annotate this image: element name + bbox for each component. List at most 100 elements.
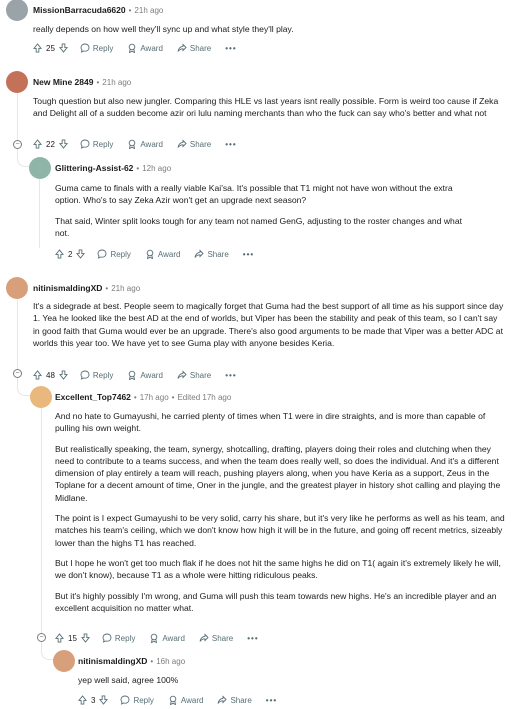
more-options-button[interactable]: ••• <box>225 44 236 53</box>
reply-button[interactable]: Reply <box>80 139 113 149</box>
award-button[interactable]: Award <box>145 249 180 259</box>
author-name[interactable]: Excellent_Top7462 <box>55 392 131 402</box>
reply-button[interactable]: Reply <box>80 370 113 380</box>
avatar[interactable] <box>6 0 28 21</box>
more-options-button[interactable]: ••• <box>225 371 236 380</box>
thread-line-glittering[interactable] <box>39 178 40 248</box>
award-medal-icon <box>169 695 177 705</box>
reply-button[interactable]: Reply <box>97 249 131 259</box>
reply-button[interactable]: Reply <box>102 633 135 643</box>
avatar[interactable] <box>53 650 75 672</box>
downvote-arrow-icon[interactable] <box>99 695 109 705</box>
award-medal-icon <box>129 370 136 380</box>
share-label: Share <box>207 249 229 259</box>
avatar[interactable] <box>29 157 51 179</box>
action-bar: 2 Reply Award Share ••• <box>55 247 254 261</box>
upvote-arrow-icon[interactable] <box>78 695 87 705</box>
reply-label: Reply <box>114 633 136 643</box>
comment-header: MissionBarracuda6620 • 21h ago <box>33 0 163 20</box>
timestamp[interactable]: 21h ago <box>102 78 131 87</box>
comment-text: But I hope he won't get too much flak if… <box>55 557 501 581</box>
comment-text: yep well said, agree 100% <box>78 675 179 685</box>
share-arrow-icon <box>177 43 187 52</box>
upvote-arrow-icon[interactable] <box>55 249 64 259</box>
comment-text: And no hate to Gumayushi, he carried ple… <box>55 411 486 434</box>
thread-line-new-mine[interactable] <box>17 88 18 143</box>
vote-count: 3 <box>91 695 96 705</box>
collapse-button-nitinis[interactable]: − <box>13 369 22 378</box>
vote-count: 15 <box>68 633 77 643</box>
separator-dot: • <box>133 392 137 402</box>
speech-bubble-icon <box>80 370 90 380</box>
award-medal-icon <box>151 633 158 643</box>
vote-control: 48 <box>33 370 68 380</box>
author-name[interactable]: New Mine 2849 <box>33 77 93 87</box>
comment-header: nitinismaldingXD • 21h ago <box>33 278 140 298</box>
timestamp[interactable]: 16h ago <box>156 657 185 666</box>
share-button[interactable]: Share <box>177 370 211 380</box>
more-options-button[interactable]: ••• <box>266 696 277 705</box>
upvote-arrow-icon[interactable] <box>33 139 42 149</box>
thread-line-excellent[interactable] <box>41 408 42 636</box>
timestamp[interactable]: 21h ago <box>134 6 163 15</box>
reply-button[interactable]: Reply <box>120 695 154 705</box>
edited-label: Edited 17h ago <box>177 392 232 402</box>
upvote-arrow-icon[interactable] <box>33 43 42 53</box>
comment-body: Guma came to finals with a really viable… <box>55 182 475 247</box>
award-medal-icon <box>129 43 136 53</box>
award-button[interactable]: Award <box>127 370 163 380</box>
author-name[interactable]: nitinismaldingXD <box>78 656 147 666</box>
more-options-button[interactable]: ••• <box>225 140 236 149</box>
separator-dot: • <box>150 656 154 666</box>
downvote-arrow-icon[interactable] <box>80 633 90 643</box>
comment-header: Glittering-Assist-62 • 12h ago <box>55 158 171 178</box>
award-button[interactable]: Award <box>127 139 163 149</box>
more-options-button[interactable]: ••• <box>243 250 254 259</box>
speech-bubble-icon <box>80 139 90 149</box>
reply-button[interactable]: Reply <box>80 43 113 53</box>
award-label: Award <box>140 43 163 53</box>
author-name[interactable]: MissionBarracuda6620 <box>33 5 126 15</box>
separator-dot: • <box>105 283 109 293</box>
share-button[interactable]: Share <box>194 249 229 259</box>
thread-line-nitinis[interactable] <box>17 296 18 372</box>
collapse-button-new-mine[interactable]: − <box>13 140 22 149</box>
separator-dot: • <box>128 5 132 15</box>
timestamp[interactable]: 21h ago <box>111 284 140 293</box>
avatar[interactable] <box>6 71 28 93</box>
upvote-arrow-icon[interactable] <box>33 370 42 380</box>
action-bar: 15 Reply Award Share ••• <box>55 631 259 645</box>
share-button[interactable]: Share <box>177 43 211 53</box>
share-button[interactable]: Share <box>199 633 233 643</box>
speech-bubble-icon <box>121 695 130 705</box>
collapse-button-excellent[interactable]: − <box>37 633 46 642</box>
share-arrow-icon <box>199 633 209 642</box>
timestamp[interactable]: 12h ago <box>142 164 171 173</box>
speech-bubble-icon <box>80 43 90 53</box>
vote-count: 2 <box>68 249 73 259</box>
downvote-arrow-icon[interactable] <box>58 139 68 149</box>
avatar[interactable] <box>6 277 28 299</box>
timestamp[interactable]: 17h ago <box>140 393 169 402</box>
share-button[interactable]: Share <box>217 695 252 705</box>
downvote-arrow-icon[interactable] <box>58 43 68 53</box>
award-button[interactable]: Award <box>149 633 185 643</box>
share-button[interactable]: Share <box>177 139 211 149</box>
downvote-arrow-icon[interactable] <box>76 249 86 259</box>
author-name[interactable]: Glittering-Assist-62 <box>55 163 133 173</box>
vote-control: 2 <box>55 249 86 259</box>
author-name[interactable]: nitinismaldingXD <box>33 283 102 293</box>
comment-body: yep well said, agree 100% <box>78 674 498 694</box>
vote-count: 22 <box>46 139 55 149</box>
comment-text: That said, Winter split looks tough for … <box>55 215 462 238</box>
award-button[interactable]: Award <box>127 43 163 53</box>
comment-body: It's a sidegrade at best. People seem to… <box>33 300 505 357</box>
award-button[interactable]: Award <box>168 695 204 705</box>
more-options-button[interactable]: ••• <box>247 634 258 643</box>
downvote-arrow-icon[interactable] <box>58 370 68 380</box>
reply-label: Reply <box>110 249 131 259</box>
upvote-arrow-icon[interactable] <box>55 633 64 643</box>
comment-text: The point is I expect Gumayushi to be ve… <box>55 513 505 548</box>
avatar[interactable] <box>30 386 52 408</box>
award-label: Award <box>180 695 204 705</box>
